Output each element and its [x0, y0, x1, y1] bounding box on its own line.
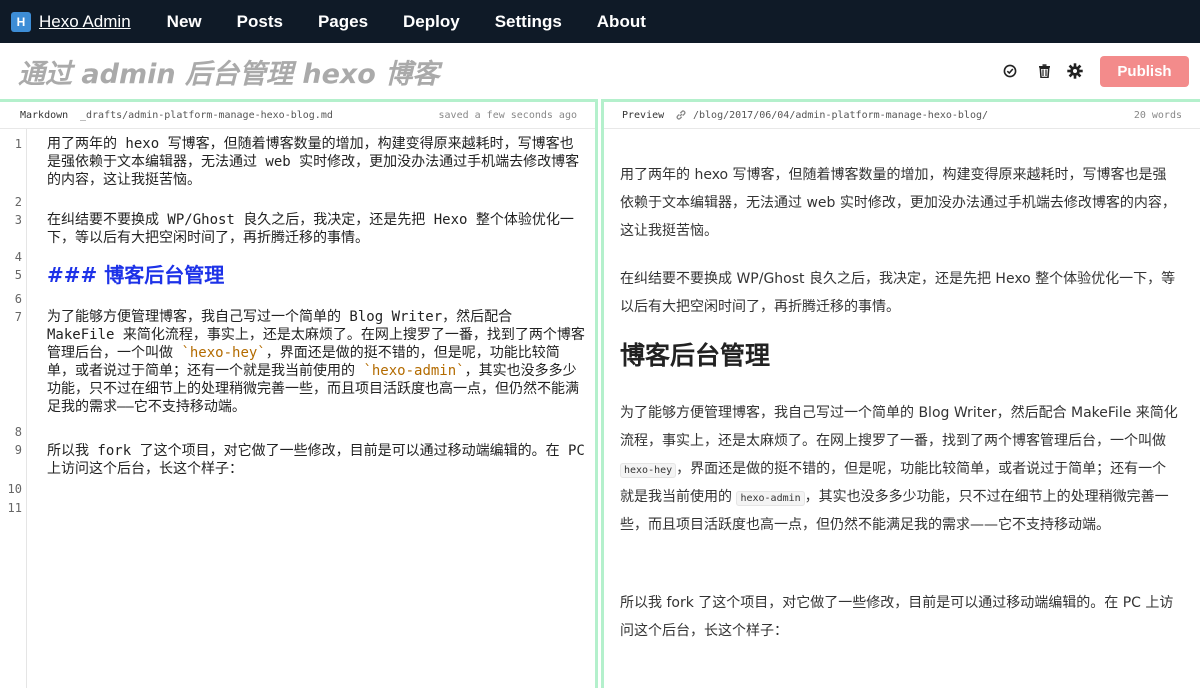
line-number-gutter: 1 2 3 4 5 6 7 8 9 10 11: [0, 129, 27, 688]
editor-paragraph-3: 为了能够方便管理博客，我自己写过一个简单的 Blog Writer，然后配合 M…: [47, 308, 587, 416]
check-circle-icon[interactable]: [999, 60, 1021, 82]
gear-icon[interactable]: [1064, 60, 1086, 82]
nav-pages[interactable]: Pages: [318, 12, 368, 32]
editor-paragraph-4: 所以我 fork 了这个项目，对它做了一些修改，目前是可以通过移动端编辑的。在 …: [47, 443, 585, 477]
preview-paragraph-4: 所以我 fork 了这个项目，对它做了一些修改，目前是可以通过移动端编辑的。在 …: [620, 595, 1174, 639]
preview-paragraph-3-text: 为了能够方便管理博客，我自己写过一个简单的 Blog Writer，然后配合 M…: [620, 405, 1178, 449]
inline-code-hexo-admin: `hexo-admin`: [363, 363, 465, 379]
line-number: 9: [14, 443, 22, 457]
nav-deploy[interactable]: Deploy: [403, 12, 460, 32]
markdown-pane-header: Markdown _drafts/admin-platform-manage-h…: [0, 102, 595, 129]
markdown-editor[interactable]: 1 2 3 4 5 6 7 8 9 10 11 用了两年的 hexo 写博客，但…: [0, 129, 595, 688]
preview-content: 用了两年的 hexo 写博客，但随着博客数量的增加，构建变得原来越耗时，写博客也…: [604, 129, 1200, 688]
preview-pane-header: Preview /blog/2017/06/04/admin-platform-…: [604, 102, 1200, 129]
post-title-input[interactable]: [18, 52, 918, 90]
line-number: 4: [14, 250, 22, 264]
preview-paragraph-2: 在纠结要不要换成 WP/Ghost 良久之后，我决定，还是先把 Hexo 整个体…: [620, 271, 1176, 315]
editor-heading-3: ### 博客后台管理: [47, 263, 225, 287]
line-number: 8: [14, 425, 22, 439]
markdown-pane: Markdown _drafts/admin-platform-manage-h…: [0, 99, 598, 688]
line-number: 2: [14, 195, 22, 209]
inline-code-hexo-admin: hexo-admin: [736, 491, 805, 506]
title-bar: Publish: [0, 43, 1200, 99]
draft-path: _drafts/admin-platform-manage-hexo-blog.…: [80, 110, 333, 121]
trash-icon[interactable]: [1033, 60, 1055, 82]
nav-posts[interactable]: Posts: [237, 12, 283, 32]
inline-code-hexo-hey: hexo-hey: [620, 463, 677, 478]
line-number: 6: [14, 292, 22, 306]
editor-paragraph-2: 在纠结要不要换成 WP/Ghost 良久之后，我决定，还是先把 Hexo 整个体…: [47, 212, 574, 246]
line-number: 1: [14, 137, 22, 151]
line-number: 7: [14, 310, 22, 324]
top-nav: H Hexo Admin New Posts Pages Deploy Sett…: [0, 0, 1200, 43]
brand-link[interactable]: Hexo Admin: [39, 12, 131, 32]
editor-paragraph-1: 用了两年的 hexo 写博客，但随着博客数量的增加，构建变得原来越耗时，写博客也…: [47, 136, 580, 188]
line-number: 3: [14, 213, 22, 227]
line-number: 10: [7, 482, 22, 496]
preview-heading: 博客后台管理: [620, 341, 771, 370]
hexo-logo-icon[interactable]: H: [11, 11, 31, 32]
line-number: 5: [14, 268, 22, 282]
nav-new[interactable]: New: [167, 12, 202, 32]
preview-label: Preview: [622, 110, 665, 121]
link-icon: [675, 109, 687, 124]
nav-settings[interactable]: Settings: [495, 12, 562, 32]
preview-pane: Preview /blog/2017/06/04/admin-platform-…: [601, 99, 1200, 688]
inline-code-hexo-hey: `hexo-hey`: [181, 345, 266, 361]
preview-paragraph-1: 用了两年的 hexo 写博客，但随着博客数量的增加，构建变得原来越耗时，写博客也…: [620, 167, 1176, 239]
markdown-label: Markdown: [20, 110, 69, 121]
word-count: 20 words: [1133, 110, 1182, 121]
line-number: 11: [7, 501, 22, 515]
preview-paragraph-3: 为了能够方便管理博客，我自己写过一个简单的 Blog Writer，然后配合 M…: [620, 399, 1180, 539]
nav-about[interactable]: About: [597, 12, 646, 32]
post-permalink[interactable]: /blog/2017/06/04/admin-platform-manage-h…: [693, 110, 988, 121]
publish-button[interactable]: Publish: [1100, 56, 1189, 87]
save-status: saved a few seconds ago: [438, 110, 577, 121]
